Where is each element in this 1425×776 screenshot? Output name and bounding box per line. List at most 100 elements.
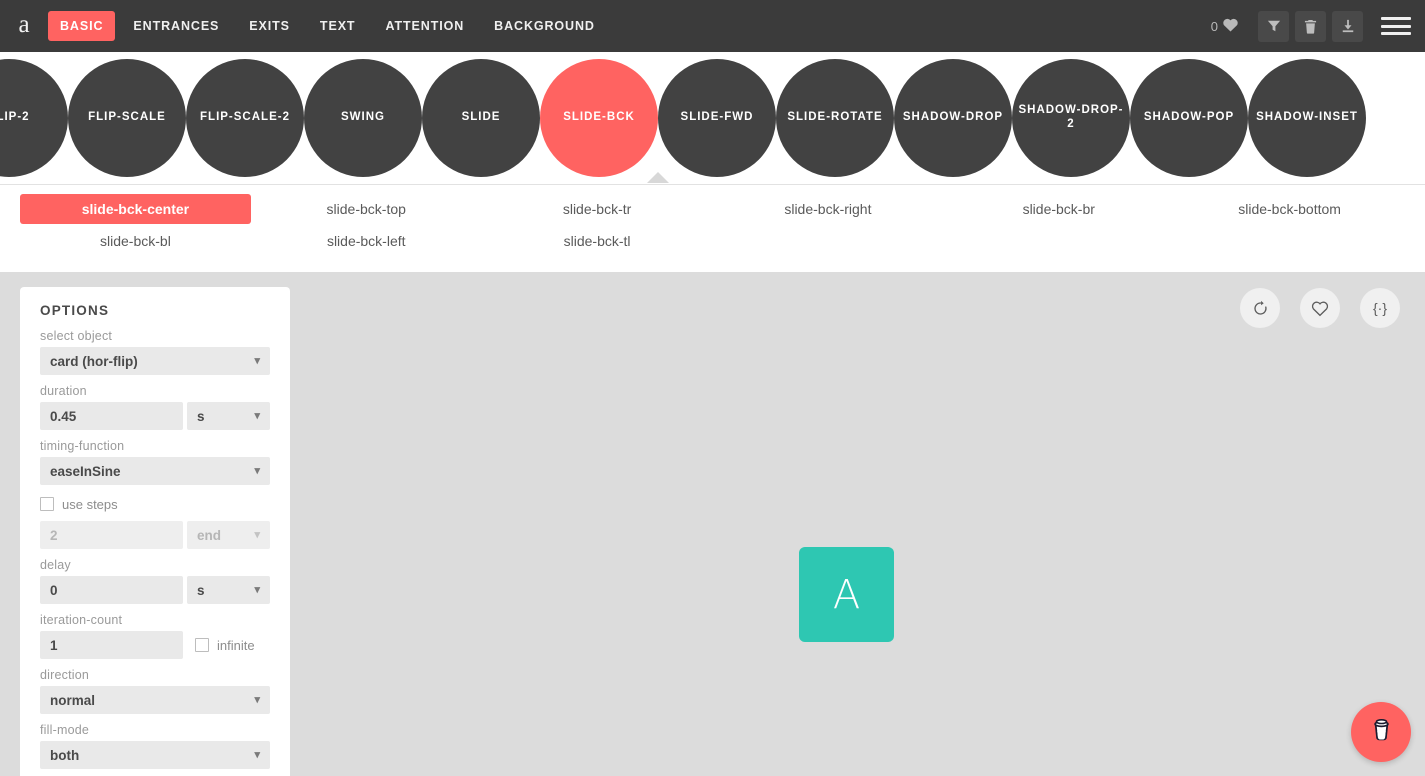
animation-circle-slide-fwd[interactable]: SLIDE-FWD [658,58,776,177]
duration-unit-value: s [197,408,205,424]
iteration-count-value: 1 [50,637,58,653]
duration-value: 0.45 [50,408,77,424]
animation-circle-flip-2[interactable]: FLIP-2 [0,58,68,177]
chevron-down-icon: ▾ [254,464,260,477]
animation-circle-shadow-drop-2[interactable]: SHADOW-DROP-2 [1012,58,1130,177]
timing-function-row: easeInSine ▾ [40,457,270,485]
direction-row: normal ▾ [40,686,270,714]
iteration-count-label: iteration-count [40,613,123,627]
iteration-count-input[interactable]: 1 [40,631,183,659]
animated-card[interactable]: A [799,547,894,642]
animation-circle-swing[interactable]: SWING [304,58,422,177]
preview-action-buttons: {·} [1240,288,1400,328]
nav-item-text[interactable]: TEXT [308,11,368,41]
variant-empty [712,226,943,256]
animation-category-strip[interactable]: FLIP-2 FLIP-SCALE FLIP-SCALE-2 SWING SLI… [0,52,1425,183]
steps-count-input: 2 [40,521,183,549]
delay-unit-dropdown[interactable]: s ▾ [187,576,270,604]
select-object-label: select object [40,329,113,343]
trash-icon[interactable] [1295,10,1326,42]
timing-function-dropdown[interactable]: easeInSine ▾ [40,457,270,485]
nav-item-basic[interactable]: BASIC [48,11,116,41]
favorite-heart-icon[interactable] [1300,288,1340,328]
steps-count-value: 2 [50,527,58,543]
variant-slide-bck-left[interactable]: slide-bck-left [251,226,482,256]
direction-value: normal [50,692,96,708]
variant-slide-bck-bl[interactable]: slide-bck-bl [20,226,251,256]
select-object-dropdown[interactable]: card (hor-flip) ▾ [40,347,270,375]
infinite-label: infinite [217,637,255,653]
chevron-down-icon: ▾ [254,748,260,761]
variant-slide-bck-top[interactable]: slide-bck-top [251,194,482,224]
hamburger-menu-icon[interactable] [1381,15,1411,37]
fill-mode-row: both ▾ [40,741,270,769]
duration-input[interactable]: 0.45 [40,402,183,430]
favorites-count-value: 0 [1210,18,1218,34]
download-icon[interactable] [1332,10,1363,42]
animation-circle-flip-scale[interactable]: FLIP-SCALE [68,58,186,177]
animation-circle-slide-bck[interactable]: SLIDE-BCK [540,58,658,177]
delay-unit-value: s [197,582,205,598]
app-logo[interactable]: a [0,12,48,40]
fill-mode-dropdown[interactable]: both ▾ [40,741,270,769]
variant-slide-bck-tl[interactable]: slide-bck-tl [482,226,713,256]
code-icon[interactable]: {·} [1360,288,1400,328]
steps-mode-dropdown: end ▾ [187,521,270,549]
variant-empty [1174,226,1405,256]
animation-circle-slide[interactable]: SLIDE [422,58,540,177]
chevron-down-icon: ▾ [254,693,260,706]
filter-icon[interactable] [1258,10,1289,42]
select-object-value: card (hor-flip) [50,353,138,369]
animation-circle-flip-scale-2[interactable]: FLIP-SCALE-2 [186,58,304,177]
nav-item-background[interactable]: BACKGROUND [482,11,607,41]
animation-circle-shadow-drop[interactable]: SHADOW-DROP [894,58,1012,177]
hamburger-bar [1381,17,1411,20]
active-animation-pointer [647,172,669,183]
animation-circle-slide-rotate[interactable]: SLIDE-ROTATE [776,58,894,177]
chevron-down-icon: ▾ [254,409,260,422]
preview-stage: OPTIONS select object card (hor-flip) ▾ … [0,272,1425,776]
chevron-down-icon: ▾ [254,528,260,541]
chevron-down-icon: ▾ [254,354,260,367]
delay-input[interactable]: 0 [40,576,183,604]
direction-dropdown[interactable]: normal ▾ [40,686,270,714]
nav-item-entrances[interactable]: ENTRANCES [121,11,231,41]
duration-unit-dropdown[interactable]: s ▾ [187,402,270,430]
variant-slide-bck-right[interactable]: slide-bck-right [712,194,943,224]
use-steps-label: use steps [62,496,118,512]
variant-empty [943,226,1174,256]
header-actions: 0 [1211,0,1425,52]
timing-function-value: easeInSine [50,463,121,479]
animation-circle-track: FLIP-2 FLIP-SCALE FLIP-SCALE-2 SWING SLI… [0,52,1366,183]
code-glyph: {·} [1372,300,1387,316]
delay-row: 0 s ▾ [40,576,270,604]
use-steps-checkbox[interactable] [40,497,54,511]
options-panel: OPTIONS select object card (hor-flip) ▾ … [20,287,290,776]
buy-me-a-coffee-button[interactable] [1351,702,1411,762]
variant-slide-bck-center[interactable]: slide-bck-center [20,194,251,224]
variant-slide-bck-bottom[interactable]: slide-bck-bottom [1174,194,1405,224]
infinite-toggle[interactable]: infinite [195,631,255,659]
coffee-cup-icon [1367,715,1396,749]
nav-item-attention[interactable]: ATTENTION [373,11,476,41]
hamburger-bar [1381,32,1411,35]
nav-item-exits[interactable]: EXITS [237,11,302,41]
duration-row: 0.45 s ▾ [40,402,270,430]
animation-circle-shadow-pop[interactable]: SHADOW-POP [1130,58,1248,177]
variants-grid: slide-bck-center slide-bck-top slide-bck… [0,194,1425,256]
delay-value: 0 [50,582,58,598]
direction-label: direction [40,668,90,682]
animation-circle-shadow-inset[interactable]: SHADOW-INSET [1248,58,1366,177]
infinite-checkbox[interactable] [195,638,209,652]
variants-section: slide-bck-center slide-bck-top slide-bck… [0,184,1425,272]
main-nav: BASIC ENTRANCES EXITS TEXT ATTENTION BAC… [48,0,613,52]
variant-slide-bck-tr[interactable]: slide-bck-tr [482,194,713,224]
fill-mode-value: both [50,747,80,763]
use-steps-row[interactable]: use steps [40,494,270,514]
favorites-counter[interactable]: 0 [1211,18,1238,35]
variant-slide-bck-br[interactable]: slide-bck-br [943,194,1174,224]
timing-function-label: timing-function [40,439,125,453]
replay-icon[interactable] [1240,288,1280,328]
duration-label: duration [40,384,87,398]
chevron-down-icon: ▾ [254,583,260,596]
